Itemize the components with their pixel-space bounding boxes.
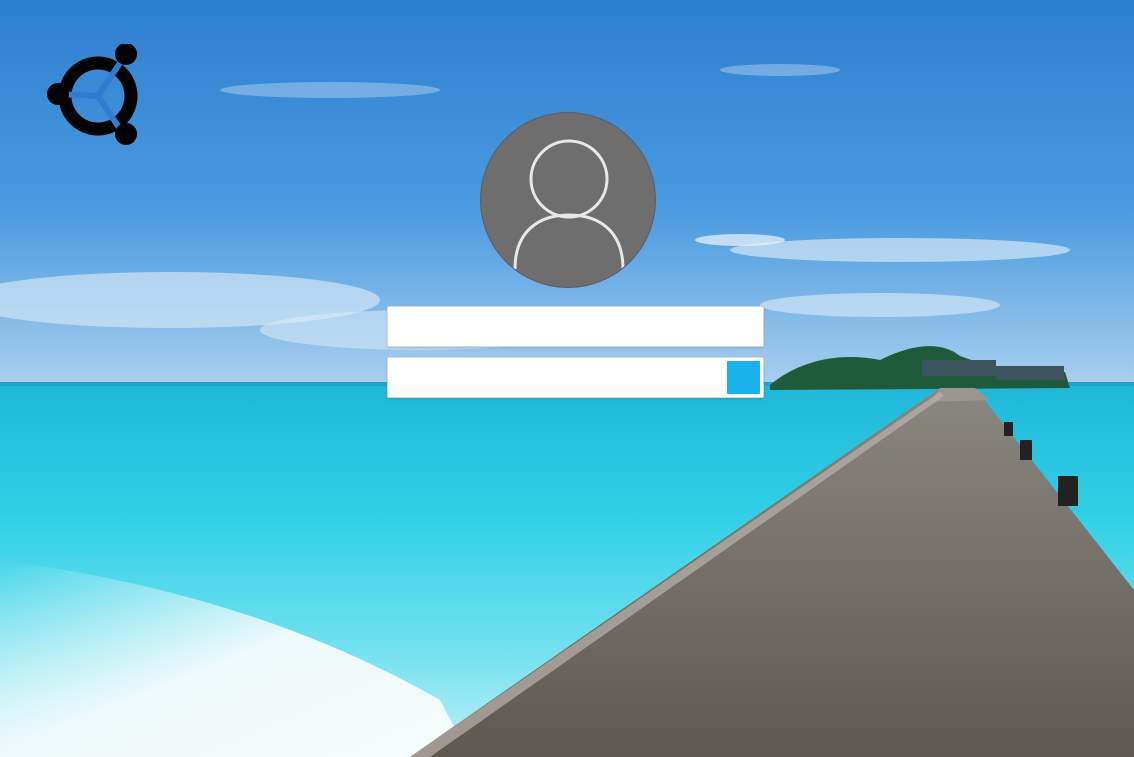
username-input[interactable] xyxy=(388,307,763,346)
user-avatar xyxy=(480,112,656,288)
username-field[interactable] xyxy=(387,306,764,347)
login-screen xyxy=(0,0,1134,757)
ubuntu-logo-icon xyxy=(47,44,138,145)
submit-button[interactable] xyxy=(727,361,760,394)
password-input[interactable] xyxy=(388,358,721,397)
password-field[interactable] xyxy=(387,357,764,398)
user-silhouette-icon xyxy=(513,139,625,270)
